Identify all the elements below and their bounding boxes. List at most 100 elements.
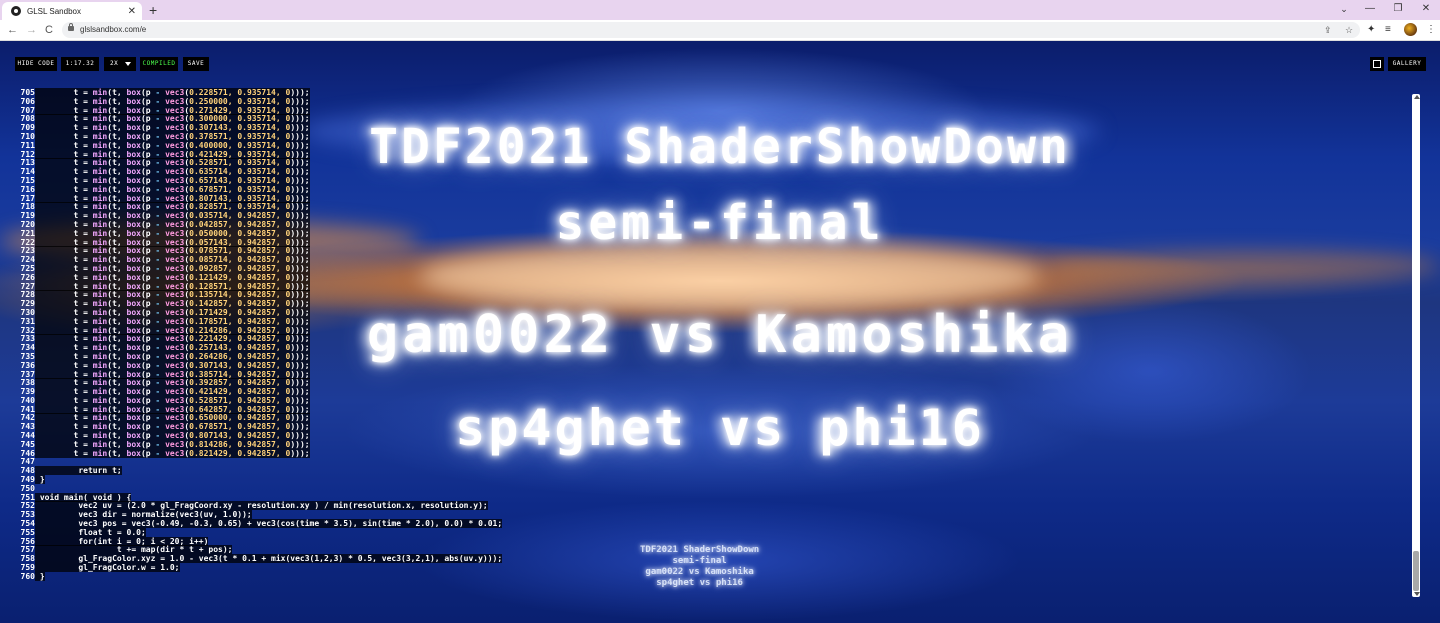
code-token: 0.092857, 0.942857, 0: [189, 263, 291, 273]
code-token: min: [92, 316, 108, 326]
code-line: 747: [16, 458, 1411, 467]
code-token: min: [92, 202, 108, 212]
code-token: min: [92, 395, 108, 405]
code-text: t = min(t, box(p - vec3(0.050000, 0.9428…: [35, 228, 310, 238]
browser-tab-strip: GLSL Sandbox ✕ + ⌄ — ❐ ✕: [0, 0, 1440, 20]
code-token: box: [126, 431, 141, 441]
code-token: vec3: [165, 140, 185, 150]
code-token: min: [92, 263, 108, 273]
restore-button[interactable]: ❐: [1384, 0, 1412, 20]
fullscreen-icon[interactable]: [1370, 57, 1384, 71]
code-token: box: [126, 263, 141, 273]
code-token: vec3: [165, 123, 185, 133]
code-token: 0.657143, 0.935714, 0: [189, 175, 291, 185]
code-token: vec3: [165, 299, 185, 309]
code-text: return t;: [35, 466, 122, 476]
code-token: min: [92, 439, 108, 449]
code-token: vec3: [165, 272, 185, 282]
code-token: min: [92, 299, 108, 309]
code-token: -: [155, 263, 161, 273]
gallery-button[interactable]: GALLERY: [1388, 57, 1426, 71]
code-token: vec3: [165, 351, 185, 361]
code-text: t = min(t, box(p - vec3(0.828571, 0.9357…: [35, 202, 310, 212]
line-number: 760: [20, 571, 35, 581]
code-token: 0.814286, 0.942857, 0: [189, 439, 291, 449]
code-line: 758 gl_FragColor.xyz = 1.0 - vec3(t * 0.…: [16, 554, 1411, 564]
code-token: vec3: [165, 96, 185, 106]
code-text: t = min(t, box(p - vec3(0.678571, 0.9357…: [35, 184, 310, 194]
code-token: 0.121429, 0.942857, 0: [189, 272, 291, 282]
code-text: t = min(t, box(p - vec3(0.807143, 0.9428…: [35, 431, 310, 441]
code-token: box: [126, 175, 141, 185]
code-token: box: [126, 140, 141, 150]
new-tab-button[interactable]: +: [149, 2, 157, 18]
scroll-down-icon[interactable]: [1414, 592, 1420, 596]
profile-avatar[interactable]: [1404, 23, 1417, 36]
code-token: 0.050000, 0.942857, 0: [189, 228, 291, 238]
code-line: 748 return t;: [16, 466, 1411, 476]
code-token: min: [92, 431, 108, 441]
code-token: vec3: [165, 334, 185, 344]
code-token: box: [126, 439, 141, 449]
code-line: 749 }: [16, 475, 1411, 485]
scrollbar-thumb[interactable]: [1413, 551, 1419, 591]
code-token: vec3: [165, 290, 185, 300]
share-icon[interactable]: ⇪: [1324, 23, 1332, 37]
code-token: vec3: [165, 387, 185, 397]
code-text: }: [35, 475, 45, 485]
tab-close-icon[interactable]: ✕: [128, 6, 136, 17]
code-token: -: [155, 387, 161, 397]
minimize-button[interactable]: —: [1356, 0, 1384, 20]
browser-tab[interactable]: GLSL Sandbox ✕: [2, 2, 142, 20]
url-text[interactable]: glslsandbox.com/e: [80, 24, 146, 36]
extensions-icon[interactable]: ✦: [1367, 23, 1375, 37]
code-token: 0.678571, 0.935714, 0: [189, 184, 291, 194]
code-token: box: [126, 272, 141, 282]
code-text: t = min(t, box(p - vec3(0.421429, 0.9428…: [35, 387, 310, 397]
code-line: 759 gl_FragColor.w = 1.0;: [16, 563, 1411, 573]
back-button[interactable]: ←: [7, 23, 18, 37]
code-token: box: [126, 378, 141, 388]
lock-icon: [68, 23, 74, 31]
code-token: min: [92, 184, 108, 194]
code-token: -: [155, 167, 161, 177]
code-token: box: [126, 246, 141, 256]
tab-search-icon[interactable]: ⌄: [1332, 0, 1356, 20]
code-token: 0.528571, 0.942857, 0: [189, 395, 291, 405]
code-text: t = min(t, box(p - vec3(0.092857, 0.9428…: [35, 263, 310, 273]
forward-button[interactable]: →: [26, 23, 37, 37]
resolution-select[interactable]: 2X: [104, 57, 136, 71]
code-token: min: [92, 343, 108, 353]
reload-button[interactable]: C: [45, 23, 53, 37]
code-editor[interactable]: 705 t = min(t, box(p - vec3(0.228571, 0.…: [16, 88, 1411, 582]
bookmark-star-icon[interactable]: ☆: [1345, 23, 1353, 37]
scroll-up-icon[interactable]: [1414, 95, 1420, 99]
code-token: -: [155, 246, 161, 256]
code-token: vec3: [165, 211, 185, 221]
code-token: box: [126, 334, 141, 344]
code-token: -: [155, 131, 161, 141]
close-window-button[interactable]: ✕: [1412, 0, 1440, 20]
browser-menu-icon[interactable]: ⋮: [1426, 23, 1436, 37]
code-token: box: [126, 395, 141, 405]
code-token: -: [155, 228, 161, 238]
reading-list-icon[interactable]: ≡: [1385, 23, 1391, 37]
code-token: 0.221429, 0.942857, 0: [189, 334, 291, 344]
code-token: vec3: [165, 184, 185, 194]
code-token: box: [126, 448, 141, 458]
code-token: -: [155, 96, 161, 106]
code-token: vec3: [165, 422, 185, 432]
code-token: box: [126, 360, 141, 370]
hide-code-button[interactable]: HIDE CODE: [15, 57, 57, 71]
omnibox[interactable]: glslsandbox.com/e ⇪ ☆: [62, 22, 1360, 38]
save-button[interactable]: SAVE: [183, 57, 209, 71]
code-token: min: [92, 272, 108, 282]
editor-scrollbar[interactable]: [1412, 94, 1420, 597]
code-token: min: [92, 140, 108, 150]
time-display[interactable]: 1:17.32: [61, 57, 99, 71]
code-token: 0.228571, 0.935714, 0: [189, 88, 291, 97]
code-text: t = min(t, box(p - vec3(0.264286, 0.9428…: [35, 351, 310, 361]
code-token: -: [155, 316, 161, 326]
code-token: -: [155, 431, 161, 441]
